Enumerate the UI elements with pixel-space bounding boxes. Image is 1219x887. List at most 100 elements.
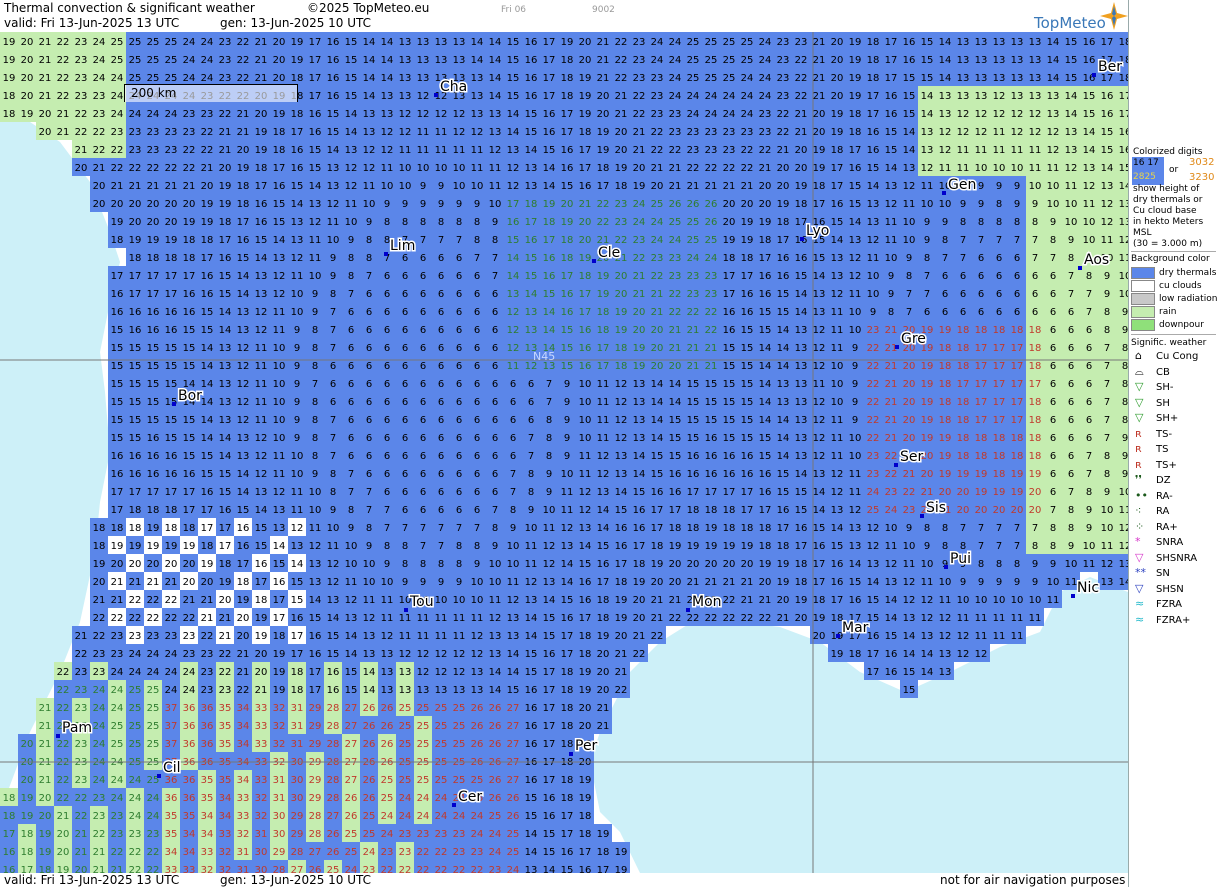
cell-digit: 21 <box>777 613 790 624</box>
cell-digit: 13 <box>237 307 250 318</box>
cell-digit: 17 <box>759 505 772 516</box>
city-marker[interactable] <box>1078 266 1082 270</box>
forecast-map[interactable]: 19 20 21 22 23 24 25 25 25 25 24 24 23 22 21 20 19 17 16 15… <box>0 32 1128 873</box>
cell-digit: 8 <box>1032 541 1038 552</box>
cell-digit: 21 <box>93 595 106 606</box>
city-marker[interactable] <box>944 565 948 569</box>
cell-digit: 24 <box>183 667 196 678</box>
city-marker[interactable] <box>592 259 596 263</box>
cell-digit: 21 <box>597 703 610 714</box>
cell-digit: 12 <box>813 433 826 444</box>
cell-digit: 23 <box>399 847 412 858</box>
cell-digit: 17 <box>885 73 898 84</box>
city-marker[interactable] <box>836 634 840 638</box>
cell-digit: 22 <box>471 865 484 873</box>
cell-digit: 9 <box>438 577 444 588</box>
cell-digit: 20 <box>957 505 970 516</box>
cell-digit: 21 <box>39 775 52 786</box>
cell-digit: 24 <box>183 55 196 66</box>
cell-digit: 18 <box>273 631 286 642</box>
cell-digit: 21 <box>75 829 88 840</box>
city-marker[interactable] <box>56 734 60 738</box>
city-marker[interactable] <box>569 752 573 756</box>
cell-digit: 19 <box>921 397 934 408</box>
cell-digit: 10 <box>885 253 898 264</box>
cell-digit: 21 <box>111 865 124 873</box>
cell-digit: 14 <box>813 505 826 516</box>
cell-digit: 10 <box>327 235 340 246</box>
city-marker[interactable] <box>942 191 946 195</box>
cell-digit: 10 <box>1119 271 1128 282</box>
cell-digit: 8 <box>1104 307 1110 318</box>
cell-digit: 6 <box>420 253 426 264</box>
cell-digit: 25 <box>129 721 142 732</box>
cell-digit: 12 <box>399 127 412 138</box>
cell-digit: 17 <box>1011 397 1024 408</box>
city-marker[interactable] <box>452 803 456 807</box>
cell-digit: 20 <box>597 109 610 120</box>
city-marker[interactable] <box>404 608 408 612</box>
city-marker[interactable] <box>1071 594 1075 598</box>
cell-digit: 18 <box>165 505 178 516</box>
cell-digit: 23 <box>669 271 682 282</box>
cell-digit: 18 <box>993 469 1006 480</box>
cell-digit: 25 <box>471 775 484 786</box>
cell-digit: 10 <box>921 559 934 570</box>
cell-digit: 14 <box>525 829 538 840</box>
cell-digit: 11 <box>363 181 376 192</box>
city-marker[interactable] <box>172 402 176 406</box>
city-marker[interactable] <box>800 237 804 241</box>
cell-digit: 8 <box>420 559 426 570</box>
cell-digit: 25 <box>345 829 358 840</box>
cell-digit: 15 <box>921 37 934 48</box>
cell-digit: 15 <box>759 433 772 444</box>
cell-digit: 16 <box>669 469 682 480</box>
cell-digit: 9 <box>1032 577 1038 588</box>
city-marker[interactable] <box>434 93 438 97</box>
cell-digit: 21 <box>111 595 124 606</box>
cell-digit: 11 <box>417 613 430 624</box>
cell-digit: 19 <box>255 145 268 156</box>
cell-digit: 13 <box>1029 91 1042 102</box>
cell-digit: 19 <box>921 361 934 372</box>
cell-digit: 24 <box>147 667 160 678</box>
city-label: Lyo <box>806 223 829 239</box>
city-marker[interactable] <box>894 463 898 467</box>
cell-digit: 8 <box>924 523 930 534</box>
cell-digit: 22 <box>93 631 106 642</box>
cell-digit: 9 <box>888 271 894 282</box>
cell-digit: 15 <box>273 559 286 570</box>
cell-digit: 7 <box>1050 253 1056 264</box>
cell-digit: 19 <box>183 217 196 228</box>
cell-digit: 9 <box>456 199 462 210</box>
city-marker[interactable] <box>920 514 924 518</box>
cell-digit: 19 <box>543 199 556 210</box>
cell-digit: 20 <box>111 199 124 210</box>
cell-digit: 36 <box>183 739 196 750</box>
cell-digit: 16 <box>561 613 574 624</box>
city-marker[interactable] <box>686 608 690 612</box>
city-marker[interactable] <box>895 345 899 349</box>
cell-digit: 13 <box>615 451 628 462</box>
cell-digit: 25 <box>705 73 718 84</box>
city-marker[interactable] <box>157 774 161 778</box>
cell-digit: 16 <box>633 505 646 516</box>
cell-digit: 15 <box>543 145 556 156</box>
cell-digit: 23 <box>705 127 718 138</box>
cell-digit: 12 <box>1101 199 1114 210</box>
cell-digit: 25 <box>687 37 700 48</box>
cell-digit: 16 <box>777 271 790 282</box>
cell-digit: 11 <box>993 145 1006 156</box>
city-marker[interactable] <box>384 252 388 256</box>
cell-digit: 22 <box>165 595 178 606</box>
cell-digit: 15 <box>561 865 574 873</box>
cell-digit: 23 <box>633 55 646 66</box>
weather-symbol-icon: ʀ <box>1135 442 1142 455</box>
city-marker[interactable] <box>1092 73 1096 77</box>
cell-digit: 6 <box>456 361 462 372</box>
cell-digit: 19 <box>597 289 610 300</box>
cell-digit: 26 <box>363 721 376 732</box>
cell-digit: 22 <box>669 307 682 318</box>
topmeteo-logo[interactable]: TopMeteo <box>1034 14 1106 32</box>
cell-digit: 20 <box>147 559 160 570</box>
